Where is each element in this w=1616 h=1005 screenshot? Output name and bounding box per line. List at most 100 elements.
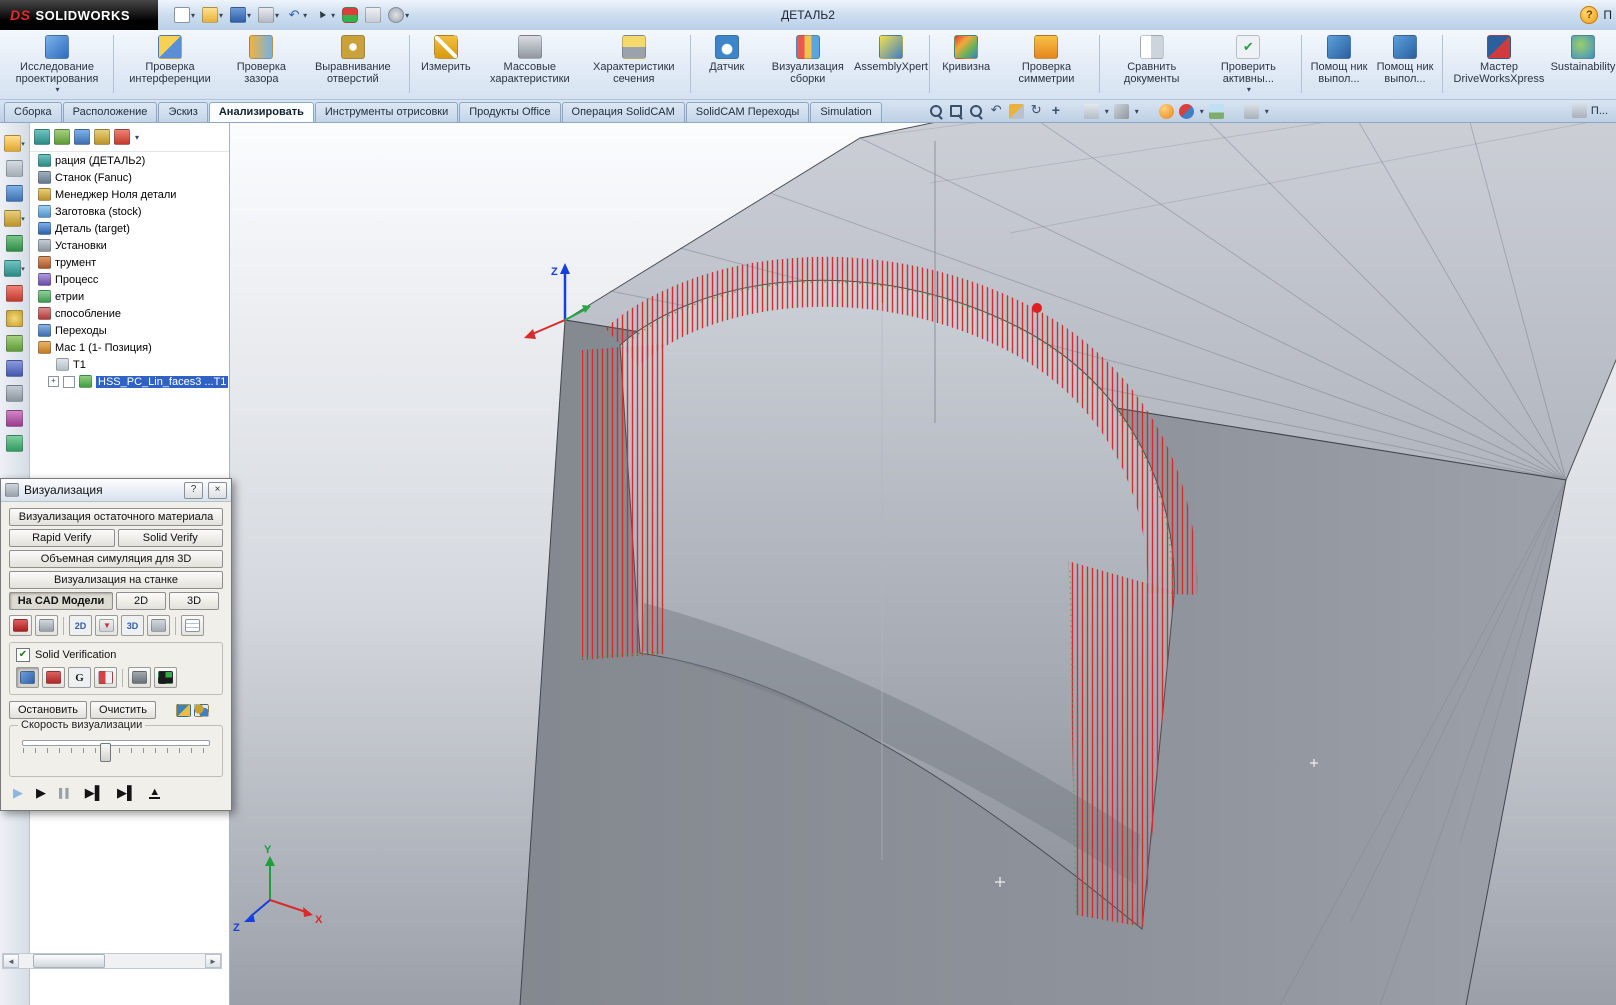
expand-toggle[interactable]: + [48,376,59,387]
data-table-button[interactable] [181,615,204,636]
options-button[interactable]: ▾ [386,4,411,26]
dialog-title-bar[interactable]: Визуализация ? × [1,479,231,502]
appearances-icon[interactable] [1178,104,1194,119]
strip-sync-button[interactable] [6,360,23,377]
file-properties-button[interactable] [363,4,383,26]
stock-gray-button[interactable] [35,615,58,636]
play-to-end-icon[interactable]: ▶▌ [85,786,104,800]
tab-sketch[interactable]: Эскиз [158,102,208,122]
zoom-in-icon[interactable] [969,104,984,119]
tab-evaluate[interactable]: Анализировать [208,102,314,122]
tree-item-t1[interactable]: T1 [30,356,229,373]
tree-item-tool[interactable]: трумент [30,254,229,271]
strip-analysis-button[interactable] [6,435,23,452]
ribbon-button-compare-documents[interactable]: Сравнить документы [1105,33,1199,87]
operation-checkbox[interactable] [63,375,75,388]
strip-attachments-button[interactable] [6,160,23,177]
tree-horizontal-scrollbar[interactable]: ◄ ► [2,953,222,969]
dropdown-arrow-icon[interactable]: ▾ [1135,107,1139,116]
dropdown-arrow-icon[interactable]: ▾ [1105,107,1109,116]
undo-button[interactable]: ▾ [284,4,309,26]
rapid-verify-button[interactable]: Rapid Verify [9,529,115,547]
tree-item-machine[interactable]: Станок (Fanuc) [30,169,229,186]
gears-icon[interactable] [193,703,209,717]
ribbon-button-sensor[interactable]: Датчик [696,33,758,75]
tree-item-geometry[interactable]: етрии [30,288,229,305]
stop-button[interactable]: Остановить [9,701,88,719]
strip-stock-button[interactable] [6,335,23,352]
save-button[interactable]: ▾ [228,4,253,26]
dropdown-arrow-icon[interactable]: ▾ [405,11,409,20]
compare-stock-button[interactable] [94,667,117,688]
single-view-button[interactable] [128,667,151,688]
dialog-close-button[interactable]: × [208,481,227,499]
task-pane-label[interactable]: П [1603,8,1612,22]
tree-item-zero-manager[interactable]: Менеджер Ноля детали [30,186,229,203]
play-from-start-icon[interactable]: ▶ [13,786,23,800]
strip-design-binder-button[interactable] [6,185,23,202]
ribbon-button-sustainability[interactable]: Sustainability [1551,33,1615,75]
tree-item-transitions[interactable]: Переходы [30,322,229,339]
tree-item-target[interactable]: Деталь (target) [30,220,229,237]
rebuild-button[interactable] [340,4,360,26]
select-button[interactable]: ▾ [312,4,337,26]
tab-layout[interactable]: Расположение [62,102,158,122]
dialog-help-button[interactable]: ? [184,481,203,499]
tab-solidcam-transitions[interactable]: SolidCAM Переходы [685,102,810,122]
ribbon-button-design-study[interactable]: Исследование проектирования ▾ [6,33,108,96]
scrollbar-thumb[interactable] [33,954,105,968]
eject-icon[interactable]: ▲ [149,786,161,799]
gouge-check-button[interactable]: G [68,667,91,688]
verify-target-button[interactable] [16,667,39,688]
propertymanager-tab-icon[interactable] [54,129,70,145]
dimxpert-tab-icon[interactable] [94,129,110,145]
display-tab-icon[interactable] [114,129,130,145]
display-style-icon[interactable] [1113,104,1129,119]
ribbon-button-hole-alignment[interactable]: Выравнивание отверстий [302,33,404,87]
slider-track[interactable] [22,740,210,746]
previous-view-icon[interactable] [989,102,1004,119]
section-view-icon[interactable] [1008,104,1024,119]
rotate-view-icon[interactable] [1029,102,1044,119]
ribbon-button-driveworksxpress[interactable]: Мастер DriveWorksXpress [1448,33,1550,87]
color-swatch-icon[interactable] [175,703,191,717]
strip-machine-button[interactable]: ▾ [4,260,25,277]
ribbon-button-task-helper-1[interactable]: Помощ ник выпол... [1307,33,1371,87]
task-pane-collapsed-tab[interactable]: П... [1571,103,1616,122]
ribbon-button-curvature[interactable]: Кривизна [935,33,997,75]
tool-red-button[interactable] [42,667,65,688]
clear-button[interactable]: Очистить [90,701,156,719]
dropdown-arrow-icon[interactable]: ▾ [219,11,223,20]
view-settings-icon[interactable] [1243,104,1259,119]
ribbon-button-check-active[interactable]: Проверить активны... ▾ [1201,33,1296,96]
dropdown-arrow-icon[interactable]: ▾ [135,133,139,142]
tool-holder-button[interactable] [95,615,118,636]
tree-item-fixture[interactable]: способление [30,305,229,322]
machine-simulation-button[interactable]: Визуализация на станке [9,571,223,589]
featuremanager-tab-icon[interactable] [34,129,50,145]
speed-slider[interactable] [16,740,216,770]
scrollbar-track[interactable] [19,954,205,968]
ribbon-button-assembly-visualization[interactable]: Визуализация сборки [760,33,856,87]
help-icon[interactable]: ? [1580,6,1599,24]
ribbon-button-clearance-check[interactable]: Проверка зазора [223,33,300,87]
ribbon-button-assemblyxpert[interactable]: AssemblyXpert [854,33,928,75]
ribbon-button-measure[interactable]: Измерить [415,33,477,75]
dropdown-arrow-icon[interactable]: ▾ [191,11,195,20]
stock-red-button[interactable] [9,615,32,636]
play-icon[interactable]: ▶ [36,786,46,800]
tree-item-stock[interactable]: Заготовка (stock) [30,203,229,220]
step-forward-icon[interactable]: ▶▌ [117,786,136,800]
strip-tools-button[interactable] [6,285,23,302]
strip-fixtures-button[interactable] [6,410,23,427]
scroll-left-arrow[interactable]: ◄ [3,954,19,968]
tree-item-setups[interactable]: Установки [30,237,229,254]
tab-render-tools[interactable]: Инструменты отрисовки [314,102,459,122]
dropdown-arrow-icon[interactable]: ▾ [247,11,251,20]
ribbon-button-interference-check[interactable]: Проверка интерференции [119,33,221,87]
pan-icon[interactable] [1049,102,1064,119]
pause-icon[interactable]: ▌▌ [59,786,72,800]
ribbon-button-mass-properties[interactable]: Массовые характеристики [479,33,581,87]
tree-item-process[interactable]: Процесс [30,271,229,288]
strip-settings-button[interactable] [6,310,23,327]
